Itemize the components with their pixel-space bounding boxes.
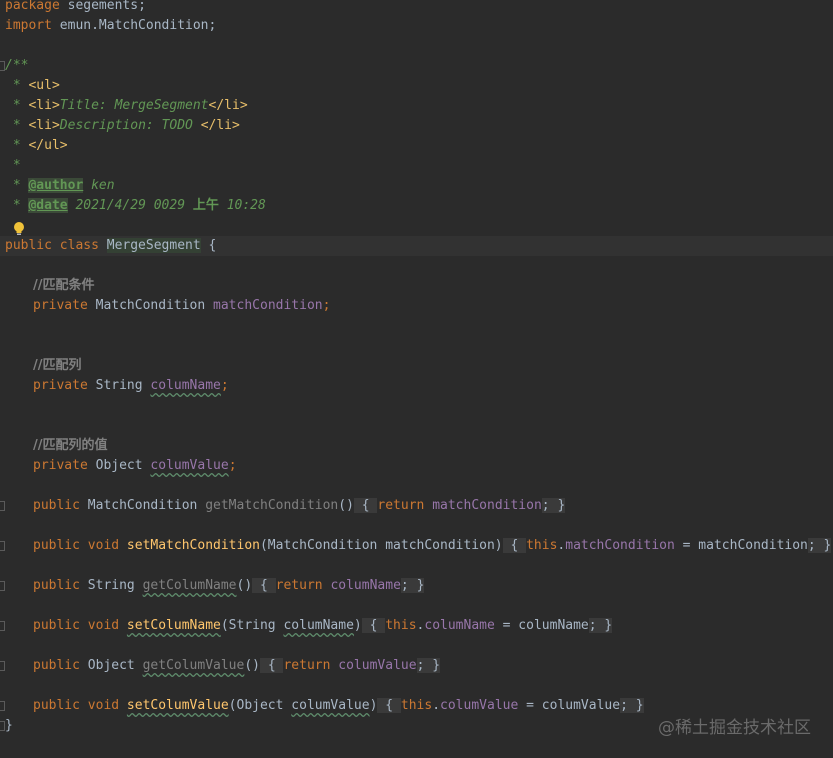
html-tag: </li> [200, 118, 240, 133]
doc-text-bold: 上午 [192, 198, 219, 213]
field-match-condition[interactable]: private MatchCondition matchCondition; [33, 296, 330, 316]
code-line-import[interactable]: import emun.MatchCondition; [5, 16, 216, 36]
doc-text: Description: TODO [59, 118, 201, 133]
html-tag: </ul> [28, 138, 68, 153]
fold-marker-icon[interactable] [0, 496, 6, 516]
keyword: import [5, 18, 52, 33]
code-editor[interactable]: package segements; import emun.MatchCond… [0, 0, 833, 758]
method-name: setColumValue [126, 698, 229, 713]
javadoc-line[interactable]: * <ul> [5, 76, 60, 96]
javadoc-line[interactable]: * </ul> [5, 136, 68, 156]
comment-colum-name[interactable]: //匹配列 [33, 356, 82, 376]
doc-text: 10:28 [218, 198, 266, 213]
method-get-match-condition[interactable]: public MatchCondition getMatchCondition(… [33, 496, 566, 516]
class-declaration[interactable]: public class MergeSegment { [5, 236, 216, 256]
fold-marker-icon[interactable] [0, 576, 6, 596]
html-tag: </li> [208, 98, 248, 113]
class-name: MergeSegment [106, 238, 201, 253]
method-name: getMatchCondition [205, 498, 339, 513]
doc-tag-date: @date [28, 198, 68, 213]
fold-marker-icon[interactable] [0, 696, 6, 716]
method-name: getColumValue [142, 658, 245, 673]
method-name: setMatchCondition [126, 538, 260, 553]
field-name: columName [150, 378, 221, 393]
doc-tag-author: @author [28, 178, 84, 193]
method-get-colum-name[interactable]: public String getColumName() { return co… [33, 576, 425, 596]
fold-marker-icon[interactable] [0, 536, 6, 556]
comment-match-condition[interactable]: //匹配条件 [33, 276, 95, 296]
javadoc-author-line[interactable]: * @author ken [5, 176, 115, 196]
field-colum-name[interactable]: private String columName; [33, 376, 229, 396]
doc-text: ken [83, 178, 115, 193]
keyword: public class [5, 238, 107, 253]
code-line-package[interactable]: package segements; [5, 0, 146, 16]
comment-colum-value[interactable]: //匹配列的值 [33, 436, 108, 456]
javadoc-line[interactable]: * [5, 156, 21, 176]
method-get-colum-value[interactable]: public Object getColumValue() { return c… [33, 656, 441, 676]
javadoc-line[interactable]: * <li>Title: MergeSegment</li> [5, 96, 248, 116]
watermark: @稀土掘金技术社区 [658, 718, 811, 738]
javadoc-start[interactable]: /** [5, 56, 28, 76]
method-set-match-condition[interactable]: public void setMatchCondition(MatchCondi… [33, 536, 832, 556]
method-name: setColumName [126, 618, 221, 633]
keyword: package [5, 0, 60, 13]
field-colum-value[interactable]: private Object columValue; [33, 456, 237, 476]
html-tag: <ul> [28, 78, 60, 93]
fold-marker-icon[interactable] [0, 656, 6, 676]
package-name: segements; [59, 0, 146, 13]
field-name: columValue [150, 458, 229, 473]
class-closing-brace[interactable]: } [5, 716, 13, 736]
doc-text: Title: MergeSegment [59, 98, 209, 113]
html-tag: <li> [28, 98, 60, 113]
javadoc-date-line[interactable]: * @date 2021/4/29 0029 上午 10:28 [5, 196, 266, 216]
field-name: matchCondition [213, 298, 323, 313]
html-tag: <li> [28, 118, 60, 133]
fold-marker-icon[interactable] [0, 616, 6, 636]
lightbulb-icon[interactable] [12, 221, 26, 237]
method-set-colum-name[interactable]: public void setColumName(String columNam… [33, 616, 613, 636]
doc-text: 2021/4/29 0029 [67, 198, 193, 213]
method-name: getColumName [142, 578, 237, 593]
javadoc-line[interactable]: * <li>Description: TODO </li> [5, 116, 240, 136]
import-path: emun.MatchCondition; [51, 18, 217, 33]
method-set-colum-value[interactable]: public void setColumValue(Object columVa… [33, 696, 644, 716]
open-brace: { [200, 238, 217, 253]
